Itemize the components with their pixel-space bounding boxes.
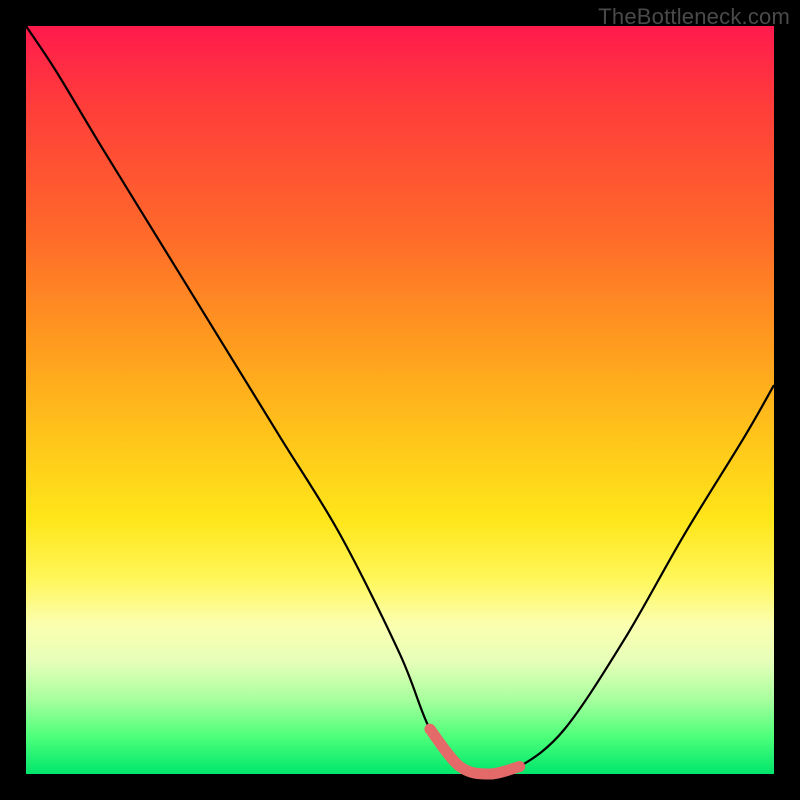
- bottleneck-curve-line: [26, 26, 774, 774]
- chart-frame: TheBottleneck.com: [0, 0, 800, 800]
- bottleneck-highlight-segment: [430, 729, 520, 774]
- watermark-text: TheBottleneck.com: [598, 4, 790, 30]
- chart-plot-area: [26, 26, 774, 774]
- chart-svg: [26, 26, 774, 774]
